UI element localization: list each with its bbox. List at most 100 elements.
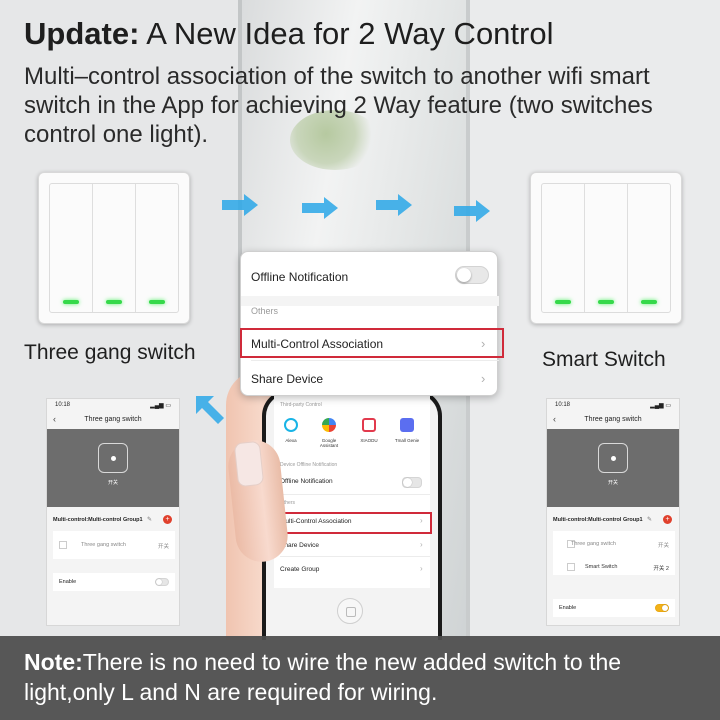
chevron-right-icon: › (481, 371, 486, 386)
device-hero: 开关 (47, 429, 179, 507)
phone-screen: Third-party Control Alexa Google Assista… (274, 396, 430, 588)
device-thumb-icon (567, 563, 575, 571)
switch-gang (93, 184, 136, 312)
switch-gang (50, 184, 93, 312)
switch-gang (136, 184, 178, 312)
arrow-right-icon (302, 197, 338, 219)
offline-toggle[interactable] (455, 266, 489, 284)
toggle-knob (457, 268, 471, 282)
offline-toggle[interactable] (402, 477, 422, 488)
status-bar: 10:18 ▂▄▆ ▭ (47, 399, 179, 411)
headline-bold: Update: (24, 16, 140, 51)
device-status: 开关 (657, 543, 669, 549)
divider (251, 360, 499, 361)
app-label: Tmall Genie (394, 438, 420, 443)
status-time: 10:18 (555, 402, 571, 408)
chevron-right-icon: › (420, 564, 423, 573)
led-indicator (106, 300, 122, 304)
subtitle: Multi–control association of the switch … (24, 63, 653, 148)
device-card: Three gang switch 开关 (53, 531, 175, 559)
smart-switch-label: Smart Switch (542, 348, 666, 371)
divider (280, 494, 430, 495)
create-group-row[interactable]: Create Group (274, 566, 430, 573)
device-name: Smart Switch (585, 564, 618, 570)
left-app-screenshot: 10:18 ▂▄▆ ▭ ‹ Three gang switch 开关 Multi-… (46, 398, 180, 626)
home-button[interactable] (337, 598, 363, 624)
device-status: 开关 2 (653, 566, 669, 572)
headline: Update: A New Idea for 2 Way Control (24, 16, 554, 52)
row-label: Offline Notification (251, 270, 349, 284)
note-text: Note:There is no need to wire the new ad… (24, 647, 704, 707)
share-device-row[interactable]: Share Device (274, 542, 430, 549)
right-app-screenshot: 10:18 ▂▄▆ ▭ ‹ Three gang switch 开关 Multi-… (546, 398, 680, 626)
hero-label: 开关 (607, 480, 618, 486)
device-name: Three gang switch (571, 541, 616, 547)
thumbnail-nail (233, 440, 265, 488)
row-label: Share Device (251, 372, 324, 386)
section-header: Others (251, 306, 279, 316)
signal-icon: ▂▄▆ ▭ (150, 403, 171, 409)
edit-icon[interactable]: ✎ (647, 516, 652, 523)
app-label: Alexa (285, 438, 297, 443)
switch-face (49, 183, 179, 313)
settings-popup: Offline Notification Others Multi-Contro… (240, 251, 499, 396)
arrow-right-icon (454, 200, 490, 222)
arrow-up-left-icon (196, 396, 224, 424)
switch-face (541, 183, 671, 313)
arrow-right-icon (376, 194, 412, 216)
led-indicator (149, 300, 165, 304)
led-indicator (63, 300, 79, 304)
add-button[interactable]: + (163, 515, 172, 524)
switch-gang (542, 184, 585, 312)
three-gang-label: Three gang switch (24, 341, 196, 364)
three-gang-switch-image (38, 172, 190, 324)
toggle-knob (662, 605, 668, 611)
row-label: Create Group (280, 566, 320, 573)
led-indicator (598, 300, 614, 304)
xiaodu-icon[interactable] (362, 418, 376, 432)
switch-dot (111, 456, 116, 461)
note-body: There is no need to wire the new added s… (24, 649, 622, 705)
device-name: Three gang switch (81, 542, 126, 548)
headline-rest: A New Idea for 2 Way Control (139, 16, 554, 51)
google-assistant-icon[interactable] (322, 418, 336, 432)
device-title: Three gang switch (84, 416, 142, 423)
phone-highlight-box (270, 512, 432, 534)
divider (241, 296, 499, 306)
tmall-genie-icon[interactable] (400, 418, 414, 432)
group-title: Multi-control:Multi-control Group1 (553, 517, 643, 523)
switch-gang (585, 184, 628, 312)
led-indicator (641, 300, 657, 304)
switch-icon[interactable] (598, 443, 628, 473)
group-title: Multi-control:Multi-control Group1 (53, 517, 143, 523)
divider (280, 556, 430, 557)
device-card: Three gang switch 开关 Smart Switch 开关 2 (553, 531, 675, 575)
note-label: Note: (24, 649, 83, 675)
chevron-right-icon: › (420, 540, 423, 549)
switch-gang (628, 184, 670, 312)
device-thumb-icon (59, 541, 67, 549)
switch-icon[interactable] (98, 443, 128, 473)
hero-label: 开关 (107, 480, 118, 486)
alexa-icon[interactable] (284, 418, 298, 432)
enable-toggle[interactable] (655, 604, 669, 612)
page: Update: A New Idea for 2 Way Control Mul… (0, 0, 720, 720)
toggle-knob (156, 579, 162, 585)
enable-label: Enable (59, 579, 77, 585)
edit-icon[interactable]: ✎ (147, 516, 152, 523)
share-device-row[interactable]: Share Device (241, 372, 499, 386)
signal-icon: ▂▄▆ ▭ (650, 403, 671, 409)
led-indicator (555, 300, 571, 304)
app-label: XIAODU (360, 438, 378, 443)
enable-card: Enable (553, 599, 675, 617)
section-header: Third-party Control (280, 402, 322, 408)
toggle-knob (403, 478, 412, 487)
app-label: Google Assistant (319, 438, 339, 448)
arrow-right-icon (222, 194, 258, 216)
add-button[interactable]: + (663, 515, 672, 524)
enable-toggle[interactable] (155, 578, 169, 586)
switch-dot (611, 456, 616, 461)
device-title: Three gang switch (584, 416, 642, 423)
row-label: Offline Notification (280, 478, 333, 485)
enable-card: Enable (53, 573, 175, 591)
